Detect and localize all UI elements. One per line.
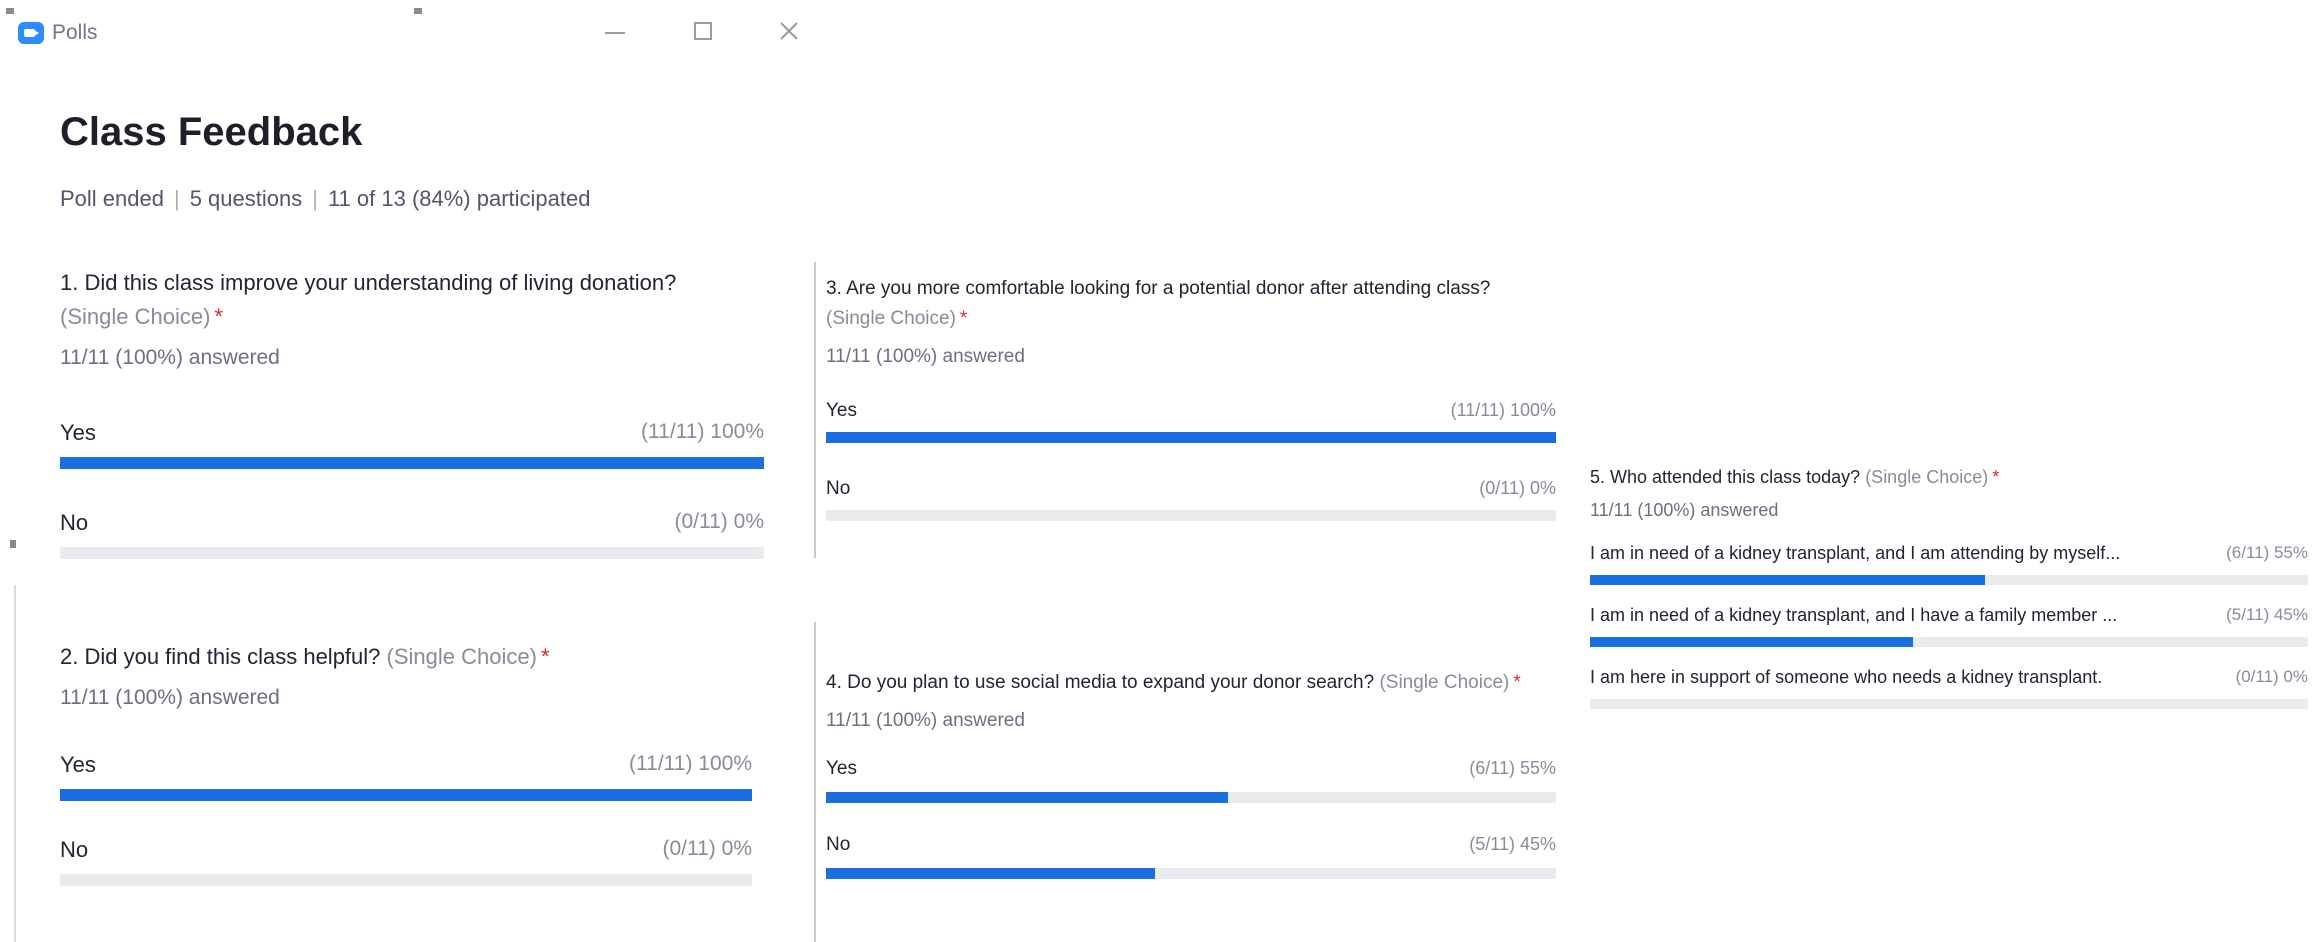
option-label: I am here in support of someone who need… xyxy=(1590,667,2103,687)
option-result: (6/11) 55% xyxy=(2226,543,2308,562)
option-label: I am in need of a kidney transplant, and… xyxy=(1590,605,2118,625)
result-bar-fill xyxy=(60,457,764,469)
option-label: Yes xyxy=(826,400,857,421)
option-yes: Yes (11/11) 100% xyxy=(826,400,1556,460)
result-bar xyxy=(826,792,1556,803)
question-type: (Single Choice) xyxy=(1379,672,1510,693)
result-bar xyxy=(60,874,752,886)
zoom-app-icon xyxy=(18,22,44,44)
option-yes: Yes (11/11) 100% xyxy=(60,420,764,480)
option-result: (0/11) 0% xyxy=(1479,478,1556,498)
question-type: (Single Choice) xyxy=(60,304,211,329)
question-text: 5. Who attended this class today? (Singl… xyxy=(1590,467,2000,487)
question-4: 4. Do you plan to use social media to ex… xyxy=(826,668,1556,894)
option-result: (0/11) 0% xyxy=(674,510,765,533)
maximize-button[interactable] xyxy=(686,14,720,48)
result-bar xyxy=(1590,699,2308,709)
option-label: No xyxy=(826,834,851,855)
close-button[interactable] xyxy=(772,14,806,48)
question-text: 3. Are you more comfortable looking for … xyxy=(826,278,1491,329)
question-3: 3. Are you more comfortable looking for … xyxy=(826,274,1556,538)
required-marker: * xyxy=(540,644,550,669)
option-result: (5/11) 45% xyxy=(2226,605,2308,624)
panel-divider xyxy=(14,585,16,942)
option-result: (11/11) 100% xyxy=(1450,400,1556,420)
question-2: 2. Did you find this class helpful? (Sin… xyxy=(60,640,752,897)
required-marker: * xyxy=(1992,467,2000,487)
panel-divider xyxy=(814,622,816,942)
option-yes: Yes (11/11) 100% xyxy=(60,752,752,812)
result-bar-fill xyxy=(1590,575,1985,585)
answered-count: 11/11 (100%) answered xyxy=(1590,500,1779,520)
option-label: Yes xyxy=(60,420,96,445)
required-marker: * xyxy=(959,308,968,329)
result-bar xyxy=(1590,637,2308,647)
answered-count: 11/11 (100%) answered xyxy=(60,346,280,369)
question-text: 4. Do you plan to use social media to ex… xyxy=(826,672,1521,693)
question-type: (Single Choice) xyxy=(386,644,537,669)
panel-divider xyxy=(814,262,816,558)
result-bar xyxy=(826,868,1556,879)
required-marker: * xyxy=(214,304,223,329)
option-label: Yes xyxy=(826,758,857,779)
poll-status: Poll ended xyxy=(60,186,164,211)
option-label: No xyxy=(826,478,851,499)
question-text: 2. Did you find this class helpful? (Sin… xyxy=(60,644,550,669)
poll-title: Class Feedback xyxy=(60,110,363,154)
required-marker: * xyxy=(1513,672,1521,693)
option-yes: Yes (6/11) 55% xyxy=(826,758,1556,818)
option-label: No xyxy=(60,837,89,862)
result-bar xyxy=(60,457,764,469)
close-icon xyxy=(780,22,798,40)
window-edge-mark xyxy=(414,8,422,14)
option-no: No (0/11) 0% xyxy=(60,510,764,570)
option-result: (6/11) 55% xyxy=(1469,758,1556,778)
option-result: (11/11) 100% xyxy=(629,752,752,775)
result-bar-fill xyxy=(60,789,752,801)
answered-count: 11/11 (100%) answered xyxy=(60,686,280,709)
result-bar xyxy=(60,789,752,801)
question-type: (Single Choice) xyxy=(1865,467,1989,487)
window-edge-mark xyxy=(6,8,14,14)
option-1: I am in need of a kidney transplant, and… xyxy=(1590,543,2308,591)
poll-summary: Poll ended | 5 questions | 11 of 13 (84%) pa… xyxy=(60,186,590,212)
window-title: Polls xyxy=(52,21,98,44)
option-result: (5/11) 45% xyxy=(1469,834,1556,854)
minimize-button[interactable] xyxy=(598,14,632,48)
answered-count: 11/11 (100%) answered xyxy=(826,710,1025,731)
separator: | xyxy=(173,186,180,211)
option-result: (0/11) 0% xyxy=(662,837,753,860)
option-no: No (0/11) 0% xyxy=(826,478,1556,538)
result-bar-fill xyxy=(826,868,1155,879)
title-bar: Polls xyxy=(0,0,810,60)
option-label: No xyxy=(60,510,89,535)
option-result: (0/11) 0% xyxy=(2235,667,2308,686)
result-bar-fill xyxy=(826,432,1556,443)
separator: | xyxy=(312,186,318,211)
answered-count: 11/11 (100%) answered xyxy=(826,346,1025,367)
result-bar-fill xyxy=(1590,637,1914,647)
poll-question-count: 5 questions xyxy=(189,186,303,211)
result-bar-fill xyxy=(826,792,1228,803)
option-no: No (0/11) 0% xyxy=(60,837,752,897)
option-3: I am here in support of someone who need… xyxy=(1590,667,2308,715)
polls-window: Polls Class Feedback Poll ended | 5 questi… xyxy=(0,0,2323,942)
result-bar xyxy=(60,547,764,559)
result-bar xyxy=(826,510,1556,521)
option-label: I am in need of a kidney transplant, and… xyxy=(1590,543,2121,563)
result-bar xyxy=(1590,575,2308,585)
poll-participation: 11 of 13 (84%) participated xyxy=(327,186,591,211)
window-edge-mark xyxy=(10,540,16,548)
question-text: 1. Did this class improve your understan… xyxy=(60,270,677,329)
option-2: I am in need of a kidney transplant, and… xyxy=(1590,605,2308,653)
maximize-icon xyxy=(694,22,712,40)
option-label: Yes xyxy=(60,752,96,777)
question-5: 5. Who attended this class today? (Singl… xyxy=(1590,462,2308,715)
option-no: No (5/11) 45% xyxy=(826,834,1556,894)
question-type: (Single Choice) xyxy=(826,308,956,329)
minimize-icon xyxy=(605,32,625,34)
option-result: (11/11) 100% xyxy=(641,420,764,443)
result-bar xyxy=(826,432,1556,443)
question-1: 1. Did this class improve your understan… xyxy=(60,266,764,570)
